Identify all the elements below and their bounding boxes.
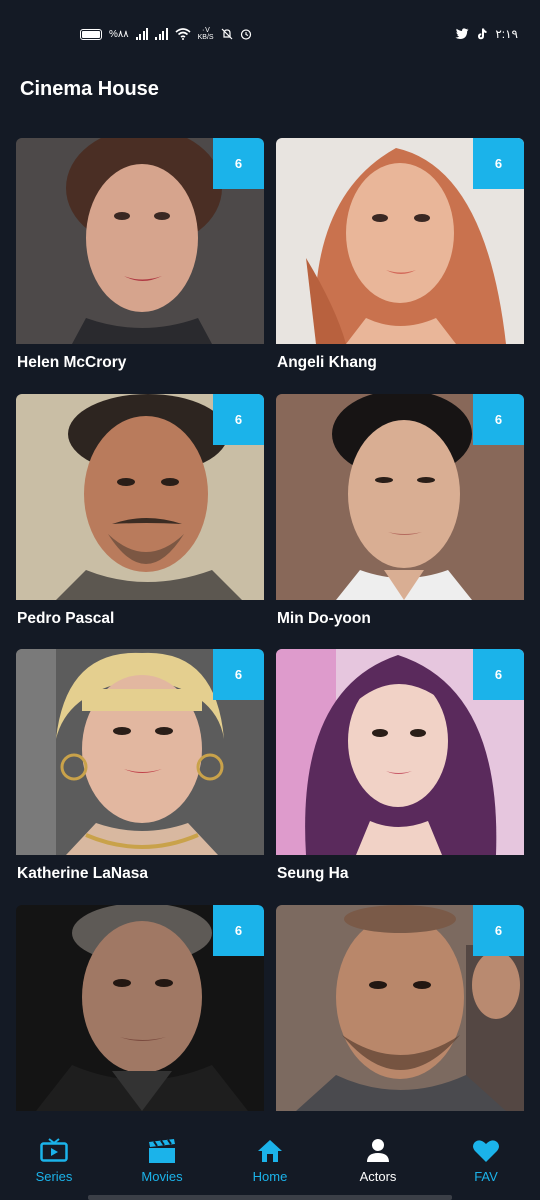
nav-label: FAV	[474, 1169, 498, 1184]
actor-photo[interactable]: 6	[276, 393, 524, 600]
actor-name[interactable]: Angeli Khang	[277, 354, 377, 372]
actor-card[interactable]: 6 Katherine LaNasa	[16, 649, 264, 905]
actor-card[interactable]: 6 Angeli Khang	[276, 138, 524, 394]
heart-icon	[473, 1140, 499, 1162]
tv-icon	[40, 1138, 68, 1162]
bottom-nav: Series Movies Home Actors FAV	[0, 1126, 540, 1200]
rating-badge: 6	[213, 649, 264, 700]
rating-badge: 6	[473, 138, 524, 189]
nav-label: Movies	[141, 1169, 183, 1184]
rating-badge: 6	[473, 904, 524, 956]
actor-photo[interactable]: 6	[276, 904, 524, 1111]
nav-label: Actors	[359, 1169, 397, 1184]
actor-card[interactable]: 6 Seung Ha	[276, 649, 524, 905]
actor-card[interactable]: 6	[276, 904, 524, 1161]
actor-name[interactable]: Pedro Pascal	[17, 610, 114, 628]
battery-icon	[80, 28, 102, 40]
rating-badge: 6	[213, 138, 264, 189]
nav-label: Series	[35, 1169, 73, 1184]
nav-movies[interactable]: Movies	[108, 1126, 216, 1190]
signal-icon	[135, 28, 149, 40]
status-right: ۲:۱۹	[455, 27, 518, 41]
actor-card[interactable]: 6 Min Do-yoon	[276, 393, 524, 650]
rating-badge: 6	[213, 904, 264, 956]
actor-photo[interactable]: 6	[276, 649, 524, 855]
mute-bell-icon	[221, 28, 233, 40]
actor-photo[interactable]: 6	[16, 904, 264, 1111]
clapperboard-icon	[149, 1139, 175, 1163]
alarm-icon	[240, 29, 251, 40]
actor-photo[interactable]: 6	[16, 649, 264, 855]
actor-name[interactable]: Helen McCrory	[17, 354, 126, 372]
actors-grid[interactable]: 6 Helen McCrory 6 Angeli Khang 6 Pedro P…	[16, 138, 524, 1160]
actor-card[interactable]: 6	[16, 904, 264, 1161]
network-speed: ۰V KB/S	[198, 27, 214, 41]
nav-label: Home	[252, 1169, 288, 1184]
actor-card[interactable]: 6 Helen McCrory	[16, 138, 264, 394]
speed-unit: KB/S	[197, 34, 214, 41]
rating-badge: 6	[213, 393, 264, 445]
status-bar: %۸۸ ۰V KB/S ۲:۱۹	[0, 0, 540, 68]
wifi-icon	[175, 28, 191, 40]
rating-badge: 6	[473, 649, 524, 700]
rating-badge: 6	[473, 393, 524, 445]
actor-photo[interactable]: 6	[16, 393, 264, 600]
actor-photo[interactable]: 6	[276, 138, 524, 344]
person-icon	[367, 1139, 389, 1162]
speed-value: ۰V	[201, 27, 210, 34]
app-title: Cinema House	[20, 78, 159, 100]
actor-card[interactable]: 6 Pedro Pascal	[16, 393, 264, 650]
home-icon	[258, 1140, 282, 1162]
actor-name[interactable]: Min Do-yoon	[277, 610, 371, 628]
nav-series[interactable]: Series	[0, 1126, 108, 1190]
nav-actors[interactable]: Actors	[324, 1126, 432, 1190]
status-left: %۸۸ ۰V KB/S	[80, 27, 252, 41]
actor-name[interactable]: Katherine LaNasa	[17, 865, 148, 883]
twitter-icon	[455, 28, 469, 39]
battery-level: %۸۸	[109, 28, 129, 40]
tiktok-icon	[478, 28, 487, 40]
nav-fav[interactable]: FAV	[432, 1126, 540, 1190]
home-indicator	[88, 1195, 452, 1200]
signal-icon-2	[155, 28, 168, 40]
nav-home[interactable]: Home	[216, 1126, 324, 1190]
clock: ۲:۱۹	[495, 27, 518, 41]
actor-photo[interactable]: 6	[16, 138, 264, 344]
actor-name[interactable]: Seung Ha	[277, 865, 348, 883]
